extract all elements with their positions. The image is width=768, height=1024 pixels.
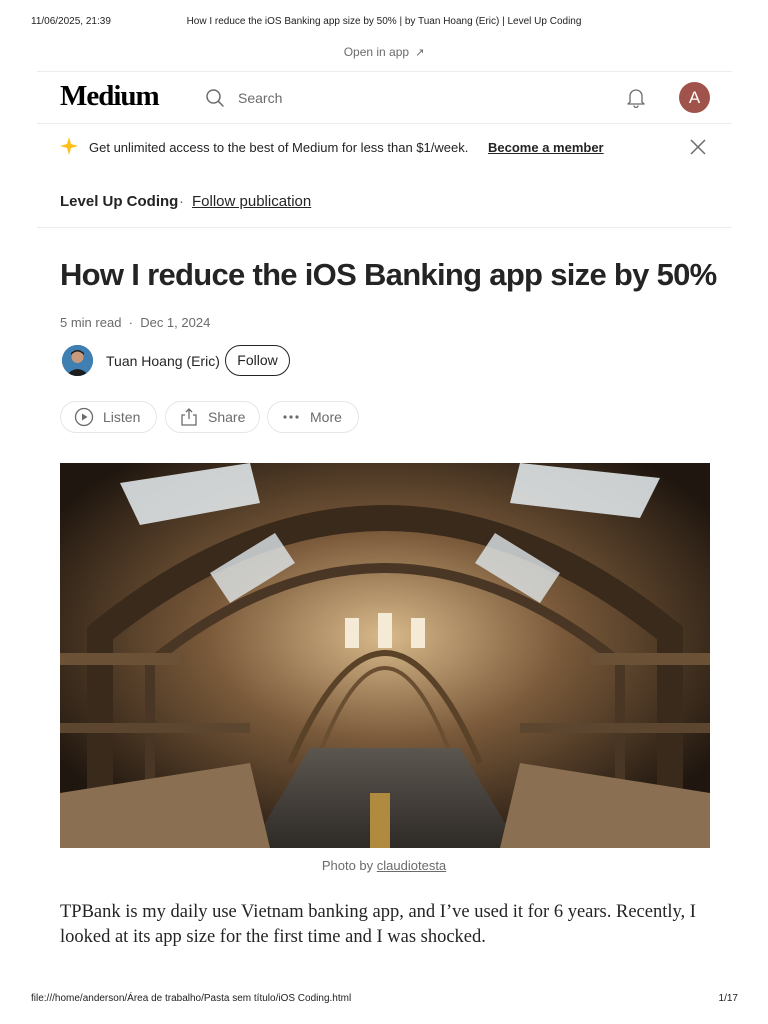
promo-text: Get unlimited access to the best of Medi… [89,140,469,155]
author-photo [62,345,93,376]
museum-hall-photo [60,463,710,848]
search-icon[interactable] [205,88,225,108]
caption-prefix: Photo by [321,858,374,873]
photographer-link[interactable]: claudiotesta [377,858,446,873]
divider [37,71,732,72]
sparkle-star-icon [60,137,78,155]
article-paragraph: TPBank is my daily use Vietnam banking a… [60,902,696,947]
author-avatar[interactable] [62,345,93,376]
open-in-app-label: Open in app [343,45,410,59]
share-icon [181,408,197,426]
share-button[interactable]: Share [165,401,260,433]
article-meta: 5 min read · Dec 1, 2024 [60,315,211,330]
follow-publication-link[interactable]: Follow publication [192,193,311,210]
share-label: Share [208,409,246,425]
play-icon [74,407,94,427]
image-caption: Photo by claudiotesta [0,858,768,873]
print-page-number: 1/17 [718,993,738,1004]
more-button[interactable]: More [267,401,359,433]
become-member-link[interactable]: Become a member [488,140,604,155]
listen-label: Listen [103,409,141,425]
search-input[interactable]: Search [238,90,282,106]
listen-button[interactable]: Listen [60,401,157,433]
more-dots-icon [283,415,299,419]
article-title: How I reduce the iOS Banking app size by… [60,257,717,292]
print-document-title: How I reduce the iOS Banking app size by… [186,16,582,27]
divider [37,227,732,228]
divider [37,123,732,124]
follow-author-button[interactable]: Follow [225,345,290,376]
author-name[interactable]: Tuan Hoang (Eric) [106,353,220,369]
user-avatar[interactable]: A [679,82,710,113]
hero-image [60,463,710,848]
separator-dot: · [179,193,184,210]
open-in-app-link[interactable]: Open in app ↗ [0,45,768,59]
close-icon[interactable] [690,139,706,155]
external-arrow-icon: ↗ [415,47,425,59]
publication-name[interactable]: Level Up Coding [60,193,178,210]
print-file-url: file:///home/anderson/Área de trabalho/P… [31,993,352,1004]
medium-logo[interactable]: Medium [60,80,160,113]
bell-icon[interactable] [625,86,647,108]
more-label: More [310,409,342,425]
